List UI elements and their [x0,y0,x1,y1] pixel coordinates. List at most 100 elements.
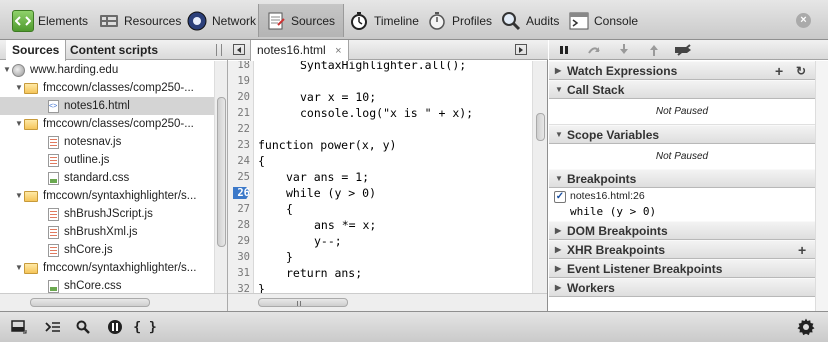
code-line[interactable]: console.log("x is " + x); [258,105,473,121]
tab-sources-tree[interactable]: Sources [6,40,67,61]
tab-console[interactable]: Console [562,5,638,36]
line-number[interactable]: 30 [228,249,253,265]
code-line[interactable]: var x = 10; [258,89,376,105]
settings-button[interactable] [793,316,819,338]
pretty-print-button[interactable]: { } [132,316,158,338]
code-line[interactable]: function power(x, y) [258,137,396,153]
add-watch-icon[interactable]: + [775,62,783,80]
tree-item-label: www.harding.edu [30,64,119,76]
tab-profiles[interactable]: Profiles [420,5,492,36]
code-line[interactable]: SyntaxHighlighter.all(); [258,61,466,73]
line-number[interactable]: 27 [228,201,253,217]
navigator-horizontal-scrollbar[interactable] [0,293,227,311]
tree-file[interactable]: shBrushJScript.js [0,205,214,223]
toggle-navigator-icon[interactable] [233,44,245,55]
tree-file[interactable]: shCore.css [0,277,214,293]
tree-file[interactable]: shCore.js [0,241,214,259]
tab-network[interactable]: Network [180,5,256,36]
code-line[interactable]: var ans = 1; [258,169,369,185]
show-console-button[interactable] [40,316,66,338]
tab-audits[interactable]: Audits [494,5,559,36]
tree-file[interactable]: shBrushXml.js [0,223,214,241]
line-number[interactable]: 22 [228,121,253,137]
code-line[interactable]: { [258,201,293,217]
search-button[interactable] [70,316,96,338]
line-number[interactable]: 31 [228,265,253,281]
code-line[interactable]: return ans; [258,265,362,281]
tab-content-scripts[interactable]: Content scripts [64,40,164,60]
tree-file[interactable]: outline.js [0,151,214,169]
line-number[interactable]: 18 [228,61,253,73]
tree-folder[interactable]: ▼ fmccown/classes/comp250-... [0,115,214,133]
expanded-triangle-icon[interactable]: ▼ [2,61,12,79]
code-line[interactable]: } [258,249,293,265]
editor-horizontal-scrollbar[interactable] [228,293,547,311]
navigator-vertical-scroll-thumb[interactable] [217,97,226,247]
breakpoint-item[interactable]: ✓ notes16.html:26 while (y > 0) [549,187,815,224]
tree-file[interactable]: standard.css [0,169,214,187]
deactivate-breakpoints-button[interactable] [669,40,699,60]
expanded-triangle-icon[interactable]: ▼ [14,187,24,205]
breakpoint-line-number[interactable]: 26 [228,185,253,201]
code-line[interactable]: y--; [258,233,342,249]
line-number[interactable]: 19 [228,73,253,89]
dom-breakpoints-header[interactable]: ▶ DOM Breakpoints [549,221,815,240]
refresh-icon[interactable]: ↻ [796,62,806,80]
line-number[interactable]: 25 [228,169,253,185]
code-line[interactable]: ans *= x; [258,217,376,233]
workers-header[interactable]: ▶ Workers [549,278,815,297]
close-devtools-button[interactable]: × [796,13,811,28]
editor-tab-notes16[interactable]: notes16.html × [250,40,349,61]
sidebar-scrollbar[interactable] [815,61,828,311]
tree-file[interactable]: notes16.html [0,97,214,116]
watch-expressions-header[interactable]: ▶ Watch Expressions + ↻ [549,61,815,80]
line-number-gutter[interactable]: 181920212223242526272829303132333435 [228,61,254,293]
step-out-button[interactable] [639,40,669,60]
code-line[interactable]: } [258,281,265,293]
tab-resources[interactable]: Resources [92,5,181,36]
tree-folder[interactable]: ▼ fmccown/syntaxhighlighter/s... [0,187,214,205]
close-tab-icon[interactable]: × [335,45,341,57]
expanded-triangle-icon[interactable]: ▼ [14,259,24,277]
line-number[interactable]: 23 [228,137,253,153]
tree-folder[interactable]: ▼ www.harding.edu [0,61,214,79]
call-stack-header[interactable]: ▼ Call Stack [549,80,815,99]
expanded-triangle-icon[interactable]: ▼ [14,115,24,133]
tab-elements[interactable]: Elements [6,5,88,36]
line-number[interactable]: 28 [228,217,253,233]
scope-variables-header[interactable]: ▼ Scope Variables [549,125,815,144]
tree-folder[interactable]: ▼ fmccown/classes/comp250-... [0,79,214,97]
tree-folder[interactable]: ▼ fmccown/syntaxhighlighter/s... [0,259,214,277]
line-number[interactable]: 29 [228,233,253,249]
breakpoint-location[interactable]: notes16.html:26 [570,190,645,202]
navigator-vertical-scrollbar[interactable] [214,61,227,293]
code-line[interactable]: { [258,153,265,169]
editor-vertical-scroll-thumb[interactable] [536,113,545,141]
pause-on-exceptions-button[interactable] [102,316,128,338]
tab-timeline[interactable]: Timeline [342,5,419,36]
step-over-button[interactable] [579,40,609,60]
navigator-resize-handle[interactable] [216,44,222,56]
xhr-breakpoints-header[interactable]: ▶ XHR Breakpoints + [549,240,815,259]
line-number[interactable]: 21 [228,105,253,121]
line-number[interactable]: 24 [228,153,253,169]
tree-file[interactable]: notesnav.js [0,133,214,151]
navigator-horizontal-scroll-thumb[interactable] [30,298,150,307]
breakpoints-header[interactable]: ▼ Breakpoints [549,169,815,188]
expanded-triangle-icon[interactable]: ▼ [14,79,24,97]
toggle-debugger-sidebar-icon[interactable] [515,44,527,55]
add-xhr-breakpoint-icon[interactable]: + [798,241,806,259]
line-number[interactable]: 20 [228,89,253,105]
tab-sources[interactable]: Sources [258,4,345,37]
code-line[interactable]: while (y > 0) [258,185,376,201]
css-file-icon [48,279,59,293]
editor-horizontal-scroll-thumb[interactable] [258,298,348,307]
step-into-button[interactable] [609,40,639,60]
breakpoint-checkbox[interactable]: ✓ [554,191,566,203]
pause-button[interactable] [549,40,579,60]
line-number[interactable]: 32 [228,281,253,293]
event-listener-breakpoints-header[interactable]: ▶ Event Listener Breakpoints [549,259,815,278]
editor-vertical-scrollbar[interactable] [532,61,547,293]
dock-button[interactable] [6,316,32,338]
code-area[interactable]: SyntaxHighlighter.all(); var x = 10; conso… [254,61,532,293]
